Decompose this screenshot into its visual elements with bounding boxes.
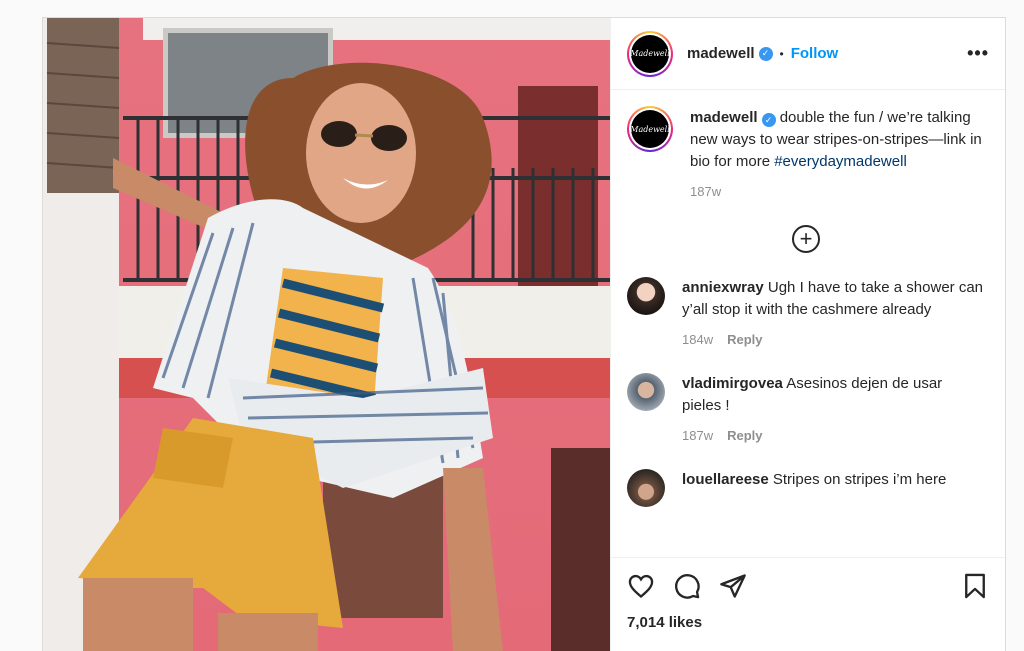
- author-username[interactable]: madewell: [687, 45, 755, 62]
- caption-meta: 187w: [690, 181, 985, 203]
- comment-body: louellareese Stripes on stripes i’m here: [682, 469, 946, 491]
- caption-avatar-inner: Madewell: [629, 108, 671, 150]
- caption-hashtag[interactable]: #everydaymadewell: [774, 153, 907, 170]
- caption-time[interactable]: 187w: [690, 184, 721, 199]
- more-options-icon[interactable]: •••: [967, 43, 989, 64]
- comment-username[interactable]: vladimirgovea: [682, 375, 783, 392]
- commenter-avatar[interactable]: [627, 277, 665, 315]
- comment-username[interactable]: louellareese: [682, 471, 769, 488]
- comment-time[interactable]: 184w: [682, 332, 713, 347]
- action-bar: 7,014 likes: [611, 557, 1005, 651]
- author-avatar[interactable]: Madewell: [627, 30, 673, 77]
- action-icons: [627, 572, 989, 600]
- share-icon[interactable]: [719, 572, 747, 600]
- comment-item: louellareese Stripes on stripes i’m here: [627, 469, 985, 507]
- post-photo[interactable]: [43, 18, 610, 651]
- separator-dot: •: [779, 46, 784, 61]
- comment-icon[interactable]: [673, 572, 701, 600]
- likes-count[interactable]: 7,014 likes: [627, 614, 989, 631]
- comment-body: anniexwray Ugh I have to take a shower c…: [682, 277, 985, 351]
- comments-section[interactable]: Madewell madewell ✓ double the fun / we’r…: [611, 91, 1005, 557]
- verified-badge-icon: ✓: [758, 46, 773, 61]
- post-photo-illustration: [43, 18, 610, 651]
- comment-meta: 184w Reply: [682, 329, 985, 351]
- load-more-plus-icon[interactable]: +: [792, 225, 820, 253]
- comment-item: anniexwray Ugh I have to take a shower c…: [627, 277, 985, 351]
- post-header: Madewell madewell ✓ • Follow •••: [611, 18, 1005, 90]
- reply-button[interactable]: Reply: [727, 428, 762, 443]
- author-avatar-logo: Madewell: [630, 34, 670, 73]
- follow-button[interactable]: Follow: [791, 45, 839, 62]
- verified-badge-icon: ✓: [761, 113, 776, 127]
- commenter-avatar[interactable]: [627, 469, 665, 507]
- caption-body: madewell ✓ double the fun / we’re talking…: [690, 107, 985, 203]
- caption-text: madewell ✓ double the fun / we’re talking…: [690, 107, 985, 173]
- comment-body: vladimirgovea Asesinos dejen de usar pie…: [682, 373, 985, 447]
- heart-icon[interactable]: [627, 572, 655, 600]
- comment-time[interactable]: 187w: [682, 428, 713, 443]
- comment-item: vladimirgovea Asesinos dejen de usar pie…: [627, 373, 985, 447]
- load-more-comments: +: [627, 225, 985, 253]
- reply-button[interactable]: Reply: [727, 332, 762, 347]
- caption-avatar[interactable]: Madewell: [627, 106, 673, 152]
- caption-username[interactable]: madewell: [690, 109, 758, 126]
- caption-row: Madewell madewell ✓ double the fun / we’r…: [627, 106, 985, 203]
- comment-text: anniexwray Ugh I have to take a shower c…: [682, 277, 985, 321]
- bookmark-icon[interactable]: [961, 572, 989, 600]
- comment-text: vladimirgovea Asesinos dejen de usar pie…: [682, 373, 985, 417]
- comment-text: louellareese Stripes on stripes i’m here: [682, 469, 946, 491]
- comment-meta: 187w Reply: [682, 425, 985, 447]
- commenter-avatar[interactable]: [627, 373, 665, 411]
- author-avatar-inner: Madewell: [629, 32, 671, 75]
- comment-username[interactable]: anniexwray: [682, 279, 764, 296]
- post-side-panel: Madewell madewell ✓ • Follow ••• Madewel…: [610, 18, 1005, 651]
- caption-avatar-logo: Madewell: [630, 110, 670, 148]
- instagram-post: Madewell madewell ✓ • Follow ••• Madewel…: [42, 17, 1006, 651]
- comment-content: Stripes on stripes i’m here: [768, 471, 947, 488]
